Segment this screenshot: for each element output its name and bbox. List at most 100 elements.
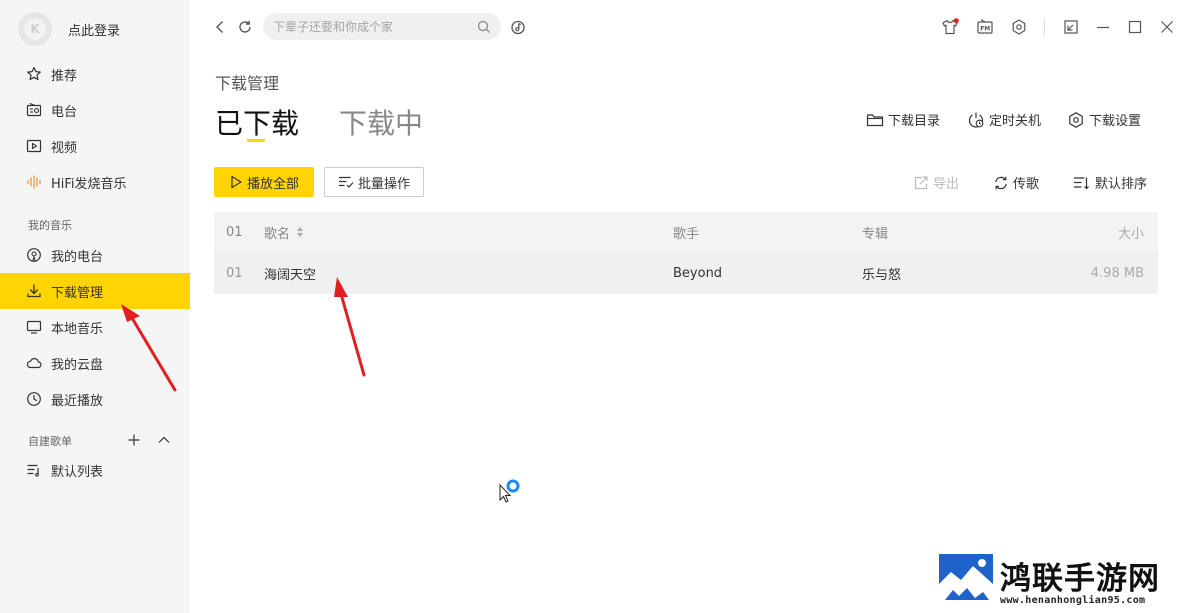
download-settings-button[interactable]: 下载设置	[1067, 110, 1141, 129]
main-content: 下载管理 已下载 下载中 下载目录 定时关机 下载设置 播放全部 批量操作 导出…	[190, 54, 1185, 613]
export-button[interactable]: 导出	[913, 173, 959, 192]
sidebar-item-recommend[interactable]: 推荐	[0, 56, 190, 92]
download-directory-label: 下载目录	[888, 114, 941, 129]
song-name[interactable]: 海阔天空	[264, 253, 316, 294]
sidebar-item-video[interactable]: 视频	[0, 128, 190, 164]
sidebar-item-cloud-disk[interactable]: 我的云盘	[0, 345, 190, 381]
download-table: 01 歌名 歌手 专辑 大小 01 海阔天空 Beyond 乐与怒 4.98 M…	[214, 212, 1158, 294]
batch-operation-label: 批量操作	[357, 176, 410, 192]
sidebar-item-label: 我的云盘	[51, 357, 104, 373]
column-album[interactable]: 专辑	[862, 212, 888, 252]
sort-icon	[1073, 175, 1091, 191]
monitor-icon	[25, 318, 43, 336]
sidebar-item-label: HiFi发烧音乐	[51, 176, 127, 192]
row-index: 01	[226, 266, 243, 281]
sidebar-item-label: 最近播放	[51, 393, 104, 409]
sidebar-item-label: 本地音乐	[51, 321, 104, 337]
playlist-section-tools	[127, 432, 171, 451]
skin-icon[interactable]	[940, 17, 960, 37]
batch-list-icon	[338, 175, 354, 189]
close-icon[interactable]	[1157, 17, 1177, 37]
timer-shutdown-button[interactable]: 定时关机	[967, 110, 1041, 129]
watermark-url: www.henanhonglian95.com	[1000, 595, 1146, 606]
tab-downloaded[interactable]: 已下载	[215, 102, 299, 142]
default-sort-label: 默认排序	[1095, 177, 1148, 192]
default-sort-button[interactable]: 默认排序	[1073, 173, 1147, 192]
minimize-icon[interactable]	[1093, 17, 1113, 37]
download-settings-label: 下载设置	[1089, 114, 1142, 129]
sidebar-item-label: 我的电台	[51, 249, 104, 265]
column-artist[interactable]: 歌手	[673, 212, 699, 252]
sync-icon	[993, 175, 1009, 191]
sidebar-item-hifi[interactable]: HiFi发烧音乐	[0, 164, 190, 200]
column-name-sortable[interactable]: 歌名	[264, 212, 304, 252]
music-recognition-icon[interactable]	[508, 17, 528, 37]
table-header: 01 歌名 歌手 专辑 大小	[214, 212, 1158, 252]
column-name-label: 歌名	[264, 226, 291, 242]
sidebar-item-label: 视频	[51, 140, 78, 156]
settings-gear-icon[interactable]	[1009, 17, 1029, 37]
podcast-icon	[25, 246, 43, 264]
default-avatar-icon: K	[24, 18, 46, 40]
site-watermark: 鸿联手游网 www.henanhonglian95.com	[936, 551, 1181, 609]
song-artist[interactable]: Beyond	[673, 253, 722, 294]
settings-hex-icon	[1067, 111, 1085, 129]
my-music-section-label: 我的音乐	[28, 219, 72, 232]
sidebar-item-default-playlist[interactable]: 默认列表	[0, 452, 190, 488]
play-all-button[interactable]: 播放全部	[214, 167, 314, 197]
song-album[interactable]: 乐与怒	[862, 253, 901, 294]
sidebar-item-download-manager[interactable]: 下载管理	[0, 273, 190, 309]
sidebar-item-radio[interactable]: 电台	[0, 92, 190, 128]
sidebar: K 点此登录 推荐 电台 视频 HiFi发烧音乐 我的音乐 我的电台 下载管理 …	[0, 0, 190, 613]
upload-song-button[interactable]: 传歌	[993, 173, 1039, 192]
top-bar: FM	[190, 0, 1185, 54]
playlist-section-label: 自建歌单	[28, 435, 72, 448]
search-box[interactable]	[263, 13, 501, 40]
tab-downloading[interactable]: 下载中	[339, 102, 423, 142]
radio-icon	[25, 101, 43, 119]
sidebar-item-label: 推荐	[51, 68, 78, 84]
folder-icon	[866, 112, 884, 128]
search-icon[interactable]	[477, 19, 491, 38]
mini-mode-icon[interactable]	[1061, 17, 1081, 37]
toolbar-divider	[1044, 19, 1045, 35]
download-directory-button[interactable]: 下载目录	[866, 110, 940, 129]
login-link[interactable]: 点此登录	[68, 20, 120, 39]
watermark-logo-icon	[939, 554, 993, 606]
fm-icon[interactable]: FM	[975, 17, 995, 37]
sidebar-item-label: 默认列表	[51, 464, 104, 480]
cloud-icon	[25, 354, 43, 372]
upload-song-label: 传歌	[1013, 177, 1040, 192]
back-icon[interactable]	[210, 17, 230, 37]
sidebar-item-local-music[interactable]: 本地音乐	[0, 309, 190, 345]
sidebar-item-my-radio[interactable]: 我的电台	[0, 237, 190, 273]
plus-icon[interactable]	[127, 432, 141, 451]
refresh-icon[interactable]	[235, 17, 255, 37]
sidebar-item-recent[interactable]: 最近播放	[0, 381, 190, 417]
playlist-icon	[25, 461, 43, 479]
batch-operation-button[interactable]: 批量操作	[324, 167, 424, 197]
active-tab-indicator	[247, 139, 265, 142]
page-title: 下载管理	[215, 74, 280, 93]
song-size: 4.98 MB	[1090, 266, 1144, 281]
maximize-icon[interactable]	[1125, 17, 1145, 37]
download-icon	[25, 282, 43, 300]
clock-icon	[25, 390, 43, 408]
soundwave-icon	[25, 173, 43, 191]
timer-shutdown-label: 定时关机	[989, 114, 1042, 129]
avatar[interactable]: K	[18, 12, 52, 46]
video-icon	[25, 137, 43, 155]
login-area[interactable]: K 点此登录	[18, 12, 120, 46]
svg-text:FM: FM	[980, 26, 990, 33]
export-icon	[913, 175, 929, 191]
timer-power-icon	[967, 111, 985, 129]
star-icon	[25, 65, 43, 83]
table-row[interactable]: 01 海阔天空 Beyond 乐与怒 4.98 MB	[214, 252, 1158, 294]
column-size[interactable]: 大小	[1118, 212, 1144, 252]
chevron-up-icon[interactable]	[157, 432, 171, 451]
sort-arrows-icon	[296, 226, 304, 238]
sidebar-item-label: 下载管理	[51, 285, 104, 301]
sidebar-item-label: 电台	[51, 104, 78, 120]
play-all-label: 播放全部	[246, 176, 299, 192]
search-input[interactable]	[273, 19, 473, 34]
